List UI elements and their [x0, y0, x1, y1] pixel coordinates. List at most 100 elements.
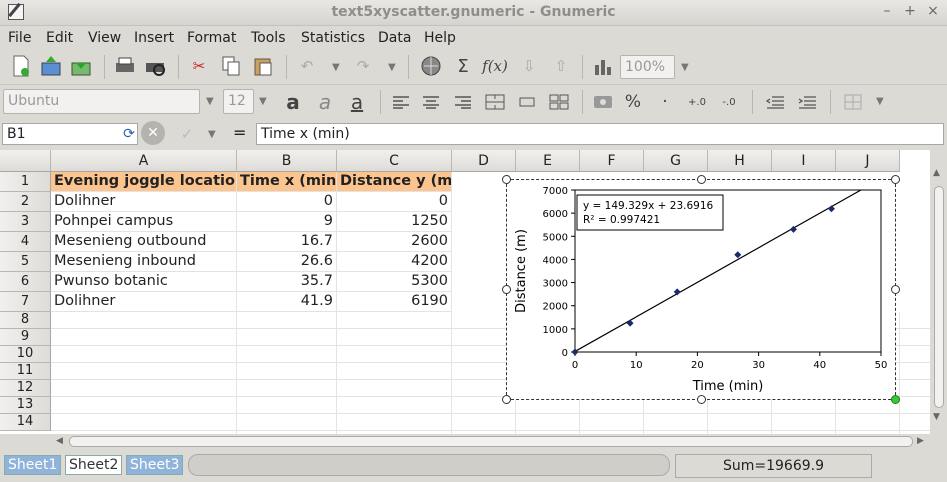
column-header-e[interactable]: E	[516, 150, 580, 172]
cell-b3[interactable]: 9	[237, 212, 337, 232]
sheet-tab-1[interactable]: Sheet1	[4, 455, 62, 475]
row-header-7[interactable]: 7	[0, 292, 51, 312]
row-header-4[interactable]: 4	[0, 232, 51, 252]
menu-help[interactable]: Help	[424, 30, 456, 46]
row-header-3[interactable]: 3	[0, 212, 51, 232]
row-header-10[interactable]: 10	[0, 346, 51, 363]
accept-dropdown-icon[interactable]: ▼	[208, 129, 216, 140]
cell-b7[interactable]: 41.9	[237, 292, 337, 312]
sort-ascending-icon[interactable]: ⇧	[548, 53, 574, 79]
cancel-entry-icon[interactable]: ✕	[141, 121, 165, 145]
minimize-button[interactable]: –	[879, 3, 895, 19]
save-icon[interactable]	[68, 53, 94, 79]
scroll-right-icon[interactable]: ▶	[917, 436, 924, 446]
resize-handle-right[interactable]	[891, 285, 900, 294]
row-header-2[interactable]: 2	[0, 192, 51, 212]
horizontal-scroll-thumb[interactable]	[69, 436, 913, 447]
new-file-icon[interactable]	[8, 53, 34, 79]
menu-tools[interactable]: Tools	[251, 30, 286, 46]
menu-view[interactable]: View	[88, 30, 121, 46]
column-header-g[interactable]: G	[644, 150, 708, 172]
increase-decimals-icon[interactable]: +.0	[684, 89, 710, 115]
cell-a4[interactable]: Mesenieng outbound	[51, 232, 237, 252]
horizontal-scrollbar[interactable]: ◀ ▶	[51, 434, 930, 450]
resize-handle-top[interactable]	[697, 175, 706, 184]
redo-dropdown-icon[interactable]: ▼	[388, 62, 396, 73]
sum-icon[interactable]: Σ	[450, 53, 476, 79]
row-header-11[interactable]: 11	[0, 363, 51, 380]
cell-c7[interactable]: 6190	[337, 292, 452, 312]
vertical-scroll-thumb[interactable]	[934, 186, 944, 408]
cell-b1[interactable]: Time x (min)	[237, 172, 337, 192]
scroll-left-icon[interactable]: ◀	[56, 436, 63, 446]
cell-b6[interactable]: 35.7	[237, 272, 337, 292]
align-center-icon[interactable]	[418, 89, 444, 115]
sheet-tab-scrollbar[interactable]	[188, 454, 670, 476]
decrease-indent-icon[interactable]	[762, 89, 788, 115]
name-box-dropdown-icon[interactable]: ⟳	[116, 121, 142, 147]
borders-dropdown-icon[interactable]: ▼	[876, 96, 884, 107]
cell-c5[interactable]: 4200	[337, 252, 452, 272]
menu-format[interactable]: Format	[187, 30, 236, 46]
increase-indent-icon[interactable]	[794, 89, 820, 115]
function-icon[interactable]: f(x)	[482, 53, 508, 79]
align-left-icon[interactable]	[388, 89, 414, 115]
cell-a2[interactable]: Dolihner	[51, 192, 237, 212]
vertical-scrollbar[interactable]: ▲ ▼	[930, 150, 947, 434]
print-preview-icon[interactable]	[142, 53, 168, 79]
cell-a7[interactable]: Dolihner	[51, 292, 237, 312]
center-across-icon[interactable]	[514, 89, 540, 115]
menu-statistics[interactable]: Statistics	[301, 30, 365, 46]
hyperlink-icon[interactable]	[418, 53, 444, 79]
copy-icon[interactable]	[218, 53, 244, 79]
undo-dropdown-icon[interactable]: ▼	[332, 62, 340, 73]
paste-icon[interactable]	[250, 53, 276, 79]
formula-input[interactable]: Time x (min)	[256, 123, 944, 145]
row-header-14[interactable]: 14	[0, 414, 51, 431]
resize-handle-top-left[interactable]	[502, 175, 511, 184]
align-right-icon[interactable]	[450, 89, 476, 115]
select-all-corner[interactable]	[0, 150, 51, 172]
cell-b2[interactable]: 0	[237, 192, 337, 212]
menu-edit[interactable]: Edit	[46, 30, 73, 46]
resize-handle-bottom[interactable]	[697, 395, 706, 404]
cell-a3[interactable]: Pohnpei campus	[51, 212, 237, 232]
row-header-5[interactable]: 5	[0, 252, 51, 272]
row-header-8[interactable]: 8	[0, 312, 51, 329]
row-header-6[interactable]: 6	[0, 272, 51, 292]
row-header-13[interactable]: 13	[0, 397, 51, 414]
zoom-field[interactable]: 100%	[620, 55, 675, 79]
undo-icon[interactable]: ↶	[294, 53, 320, 79]
column-header-c[interactable]: C	[337, 150, 452, 172]
column-header-i[interactable]: I	[772, 150, 836, 172]
cell-b4[interactable]: 16.7	[237, 232, 337, 252]
menu-insert[interactable]: Insert	[134, 30, 174, 46]
cell-c3[interactable]: 1250	[337, 212, 452, 232]
open-file-icon[interactable]	[38, 53, 64, 79]
currency-icon[interactable]	[590, 89, 616, 115]
scatter-chart[interactable]: 0 10 20 30 40 50 0 1000 2000 3000 4000 5000 6000 7000…	[502, 175, 900, 404]
cell-b5[interactable]: 26.6	[237, 252, 337, 272]
cell-c2[interactable]: 0	[337, 192, 452, 212]
cell-a6[interactable]: Pwunso botanic	[51, 272, 237, 292]
percent-icon[interactable]: %	[620, 89, 646, 115]
accept-entry-icon[interactable]: ✓	[174, 121, 200, 147]
cell-c1[interactable]: Distance y (m)	[337, 172, 452, 192]
column-header-h[interactable]: H	[708, 150, 772, 172]
thousands-separator-icon[interactable]: ·	[652, 89, 678, 115]
zoom-dropdown-icon[interactable]: ▼	[681, 62, 689, 73]
bold-icon[interactable]: a	[280, 89, 306, 115]
decrease-decimals-icon[interactable]: -.0	[716, 89, 742, 115]
cell-a5[interactable]: Mesenieng inbound	[51, 252, 237, 272]
scroll-down-icon[interactable]: ▼	[933, 412, 940, 422]
resize-handle-bottom-left[interactable]	[502, 395, 511, 404]
row-header-9[interactable]: 9	[0, 329, 51, 346]
cell-c6[interactable]: 5300	[337, 272, 452, 292]
sort-descending-icon[interactable]: ⇩	[516, 53, 542, 79]
cell-c4[interactable]: 2600	[337, 232, 452, 252]
close-button[interactable]: ×	[925, 3, 941, 19]
resize-handle-left[interactable]	[502, 285, 511, 294]
row-header-12[interactable]: 12	[0, 380, 51, 397]
chart-icon[interactable]	[590, 53, 616, 79]
underline-icon[interactable]: a	[344, 89, 370, 115]
